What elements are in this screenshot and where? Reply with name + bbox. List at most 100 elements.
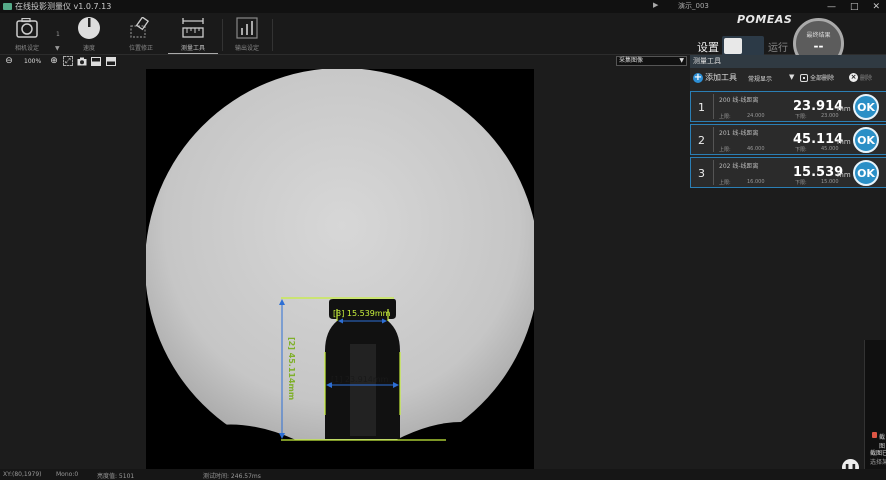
speed-dropdown-icon[interactable]: ▼ (55, 45, 60, 52)
row-value: 15.539 (793, 165, 844, 180)
ok-status-badge: OK (853, 160, 879, 186)
lower-limit-value: 45.000 (821, 146, 839, 152)
chevron-down-icon[interactable]: ▼ (789, 73, 794, 81)
upper-limit-label: 上限: (719, 180, 731, 186)
lower-limit-label: 下限: (795, 147, 807, 153)
camera-settings-button[interactable]: 相机设定 (2, 16, 52, 54)
measure-label-3: [3] 15.539mm (333, 309, 391, 318)
window-title: 在线投影测量仪 v1.0.7.13 (15, 2, 112, 11)
panel-title: 测量工具 (690, 55, 886, 68)
delete-all-button[interactable]: 全部删除 (800, 73, 834, 82)
close-icon[interactable]: ✕ (872, 2, 880, 12)
row-value: 23.914 (793, 99, 844, 114)
speed-button[interactable]: 速度 (64, 16, 114, 54)
snapshot-camera-icon[interactable] (77, 56, 87, 66)
brightness-value: 亮度值: 5101 (97, 473, 135, 480)
panel-actions: + 添加工具 常规显示 ▼ 全部删除 × 删除 (690, 68, 886, 87)
lower-limit-value: 23.000 (821, 113, 839, 119)
plus-icon: + (693, 71, 703, 83)
status-bar: XY:(80,1979) Mono:0 亮度值: 5101 测试时间: 246.… (0, 469, 886, 480)
image-mode-alt-icon[interactable] (106, 56, 116, 66)
main-toolbar: 相机设定 1 ▼ 速度 位置修正 测量工具 输出设定 POMEAS 设置 运行 … (0, 13, 886, 69)
delete-all-label: 全部删除 (810, 75, 835, 82)
measure-label-2: [2] 45.114mm (287, 337, 296, 400)
delete-button[interactable]: × 删除 (849, 73, 872, 82)
chevron-down-icon: ▼ (679, 57, 684, 64)
row-divider (713, 127, 714, 152)
row-unit: mm (837, 105, 851, 113)
app-logo-icon (3, 3, 12, 10)
speed-value: 1 (56, 31, 60, 38)
row-index: 3 (698, 167, 705, 180)
upper-limit-value: 24.000 (747, 113, 765, 119)
position-correction-button[interactable]: 位置修正 (116, 16, 166, 54)
cursor-position: XY:(80,1979) (3, 471, 42, 478)
lower-limit-label: 下限: (795, 180, 807, 186)
run-mode-label: 运行 (768, 43, 788, 54)
row-name: 200 线-线距离 (719, 97, 759, 104)
speed-label: 速度 (82, 45, 95, 52)
upper-limit-label: 上限: (719, 114, 731, 120)
measure-tools-panel: 测量工具 + 添加工具 常规显示 ▼ 全部删除 × 删除 1 200 线-线距离… (690, 55, 886, 188)
row-divider (713, 160, 714, 185)
row-name: 202 线-线距离 (719, 163, 759, 170)
measurement-row[interactable]: 1 200 线-线距离 23.914 mm 上限: 24.000 下限: 23.… (690, 91, 886, 122)
speed-dial-icon (77, 16, 101, 40)
setup-mode-label: 设置 (697, 41, 719, 54)
camera-view[interactable]: [1] 23.914mm [3] 15.539mm [2] 45.114mm (146, 69, 534, 469)
image-stage: [1] 23.914mm [3] 15.539mm [2] 45.114mm (0, 68, 690, 469)
row-divider (713, 94, 714, 119)
minimize-icon[interactable]: — (827, 2, 836, 12)
measurement-row[interactable]: 2 201 线-线距离 45.114 mm 上限: 46.000 下限: 45.… (690, 124, 886, 155)
maximize-icon[interactable]: □ (850, 2, 859, 12)
upper-limit-value: 46.000 (747, 146, 765, 152)
display-mode-select[interactable]: 常规显示 (748, 74, 772, 83)
screenshot-notification[interactable]: 截图 截图已 选择某 (864, 340, 886, 470)
camera-image: [1] 23.914mm [3] 15.539mm [2] 45.114mm (146, 69, 534, 469)
title-bar: 在线投影测量仪 v1.0.7.13 ▶ 演示_003 — □ ✕ (0, 0, 886, 13)
zoom-out-icon[interactable]: ⊖ (4, 56, 14, 66)
notification-subtext: 选择某 (870, 459, 886, 466)
output-settings-button[interactable]: 输出设定 (222, 16, 272, 54)
ruler-icon (181, 16, 205, 40)
position-correction-label: 位置修正 (128, 45, 153, 52)
app-window: 在线投影测量仪 v1.0.7.13 ▶ 演示_003 — □ ✕ 相机设定 1 … (0, 0, 886, 480)
toolbar-divider (272, 19, 273, 51)
row-index: 2 (698, 134, 705, 147)
lower-limit-value: 15.000 (821, 179, 839, 185)
measure-label-1: [1] 23.914mm (331, 375, 389, 384)
final-result-label: 最终结果 (806, 32, 831, 39)
row-unit: mm (837, 138, 851, 146)
camera-icon (15, 16, 39, 40)
final-result-value: -- (813, 39, 824, 53)
camera-settings-label: 相机设定 (14, 45, 39, 52)
lower-limit-label: 下限: (795, 114, 807, 120)
upper-limit-label: 上限: (719, 147, 731, 153)
zoom-in-icon[interactable]: ⊕ (49, 56, 59, 66)
brand-logo: POMEAS (737, 13, 793, 26)
image-mode-icon[interactable] (91, 56, 101, 66)
chart-icon (235, 16, 259, 40)
window-controls: — □ ✕ (827, 0, 880, 13)
fit-view-icon[interactable]: ⤢ (63, 56, 73, 66)
measurement-row[interactable]: 3 202 线-线距离 15.539 mm 上限: 16.000 下限: 15.… (690, 157, 886, 188)
row-value: 45.114 (793, 132, 844, 147)
ok-status-badge: OK (853, 127, 879, 153)
add-tool-label: 添加工具 (705, 73, 737, 82)
row-unit: mm (837, 171, 851, 179)
add-tool-button[interactable]: + 添加工具 (693, 72, 737, 83)
trash-icon (800, 73, 808, 82)
position-correction-icon (129, 16, 153, 40)
upper-limit-value: 16.000 (747, 179, 765, 185)
zoom-level: 100% (24, 58, 42, 65)
measure-tools-label: 测量工具 (180, 45, 205, 52)
measure-tools-button[interactable]: 测量工具 (168, 16, 218, 54)
demo-label: 演示_003 (678, 2, 709, 10)
mode-toggle[interactable] (722, 36, 764, 56)
play-small-icon: ▶ (653, 1, 659, 9)
mono-value: Mono:0 (56, 471, 79, 478)
capture-mode-select[interactable]: 采集图像 ▼ (616, 56, 687, 66)
delete-label: 删除 (860, 75, 873, 82)
row-index: 1 (698, 101, 705, 114)
ok-status-badge: OK (853, 94, 879, 120)
